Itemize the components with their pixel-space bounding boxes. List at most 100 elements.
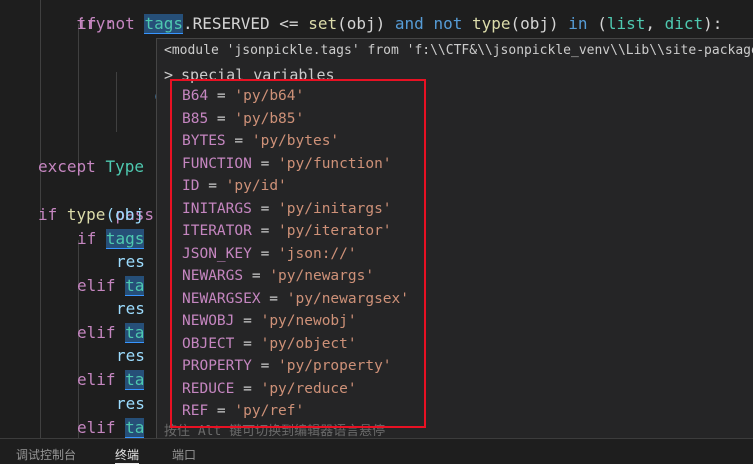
tab-debug-console[interactable]: 调试控制台 bbox=[16, 447, 76, 464]
equals-sign: = bbox=[234, 313, 261, 329]
debug-hover-widget[interactable]: <module 'jsonpickle.tags' from 'f:\\CTF&… bbox=[156, 38, 753, 438]
variable-name: BYTES bbox=[182, 133, 226, 149]
variable-value: 'py/bytes' bbox=[251, 133, 340, 149]
keyword: if not bbox=[77, 14, 145, 33]
variable-value: 'py/function' bbox=[278, 155, 392, 172]
variable-row[interactable]: NEWARGSEX = 'py/newargsex' bbox=[182, 288, 409, 311]
variable-name: ID bbox=[182, 178, 200, 194]
code-line: try: bbox=[38, 0, 116, 33]
code-text: res bbox=[116, 394, 145, 413]
variable-value: 'py/object' bbox=[260, 335, 357, 352]
code-line: elif ta bbox=[77, 274, 145, 298]
tab-ports[interactable]: 端口 bbox=[172, 447, 196, 464]
symbol-tags: tags bbox=[105, 229, 145, 249]
tab-terminal[interactable]: 终端 bbox=[115, 447, 140, 464]
variable-row[interactable]: OBJECT = 'py/object' bbox=[182, 333, 409, 356]
code-text: (obj) bbox=[337, 14, 395, 33]
variable-name: ITERATOR bbox=[182, 223, 252, 239]
hovered-symbol-tags[interactable]: tags bbox=[144, 14, 183, 34]
variable-value: 'py/b64' bbox=[234, 88, 305, 104]
code-text: ): bbox=[703, 14, 723, 33]
variable-row[interactable]: REF = 'py/ref' bbox=[182, 400, 409, 423]
code-line: elif ta bbox=[77, 321, 145, 345]
symbol-tags: ta bbox=[125, 370, 145, 390]
variable-value: 'py/newargsex' bbox=[286, 290, 409, 307]
variable-name: NEWOBJ bbox=[182, 313, 235, 329]
variable-row[interactable]: INITARGS = 'py/initargs' bbox=[182, 198, 409, 221]
hover-header: <module 'jsonpickle.tags' from 'f:\\CTF&… bbox=[164, 43, 753, 58]
code-text: res bbox=[116, 346, 145, 365]
symbol-tags: ta bbox=[125, 323, 145, 343]
code-text: res bbox=[116, 252, 145, 271]
variable-row[interactable]: B85 = 'py/b85' bbox=[182, 108, 409, 131]
class-name: dict bbox=[664, 14, 704, 33]
equals-sign: = bbox=[243, 268, 270, 284]
equals-sign: = bbox=[225, 133, 252, 149]
equals-sign: = bbox=[208, 110, 235, 127]
equals-sign: = bbox=[251, 155, 279, 172]
code-text: res bbox=[116, 299, 145, 318]
function-name: set bbox=[308, 14, 338, 33]
panel-tab-bar: 调试控制台 终端 端口 bbox=[0, 438, 753, 464]
special-variables-label: special variables bbox=[181, 66, 335, 84]
variable-row[interactable]: ID = 'py/id' bbox=[182, 175, 409, 198]
equals-sign: = bbox=[234, 335, 261, 352]
variable-name: REDUCE bbox=[182, 380, 235, 397]
class-name: list bbox=[606, 14, 646, 33]
variable-list: B64 = 'py/b64' B85 = 'py/b85' BYTES = 'py/… bbox=[182, 85, 409, 423]
variable-name: B85 bbox=[182, 110, 209, 127]
variable-name: REF bbox=[182, 403, 209, 419]
equals-sign: = bbox=[208, 88, 235, 104]
variable-name: PROPERTY bbox=[182, 358, 252, 374]
keyword: elif bbox=[77, 276, 126, 295]
variable-row[interactable]: JSON_KEY = 'json://' bbox=[182, 243, 409, 266]
keyword: if bbox=[38, 205, 67, 224]
variable-value: 'py/reduce' bbox=[260, 380, 357, 397]
equals-sign: = bbox=[251, 358, 279, 374]
variable-row[interactable]: BYTES = 'py/bytes' bbox=[182, 130, 409, 153]
function-name: type bbox=[471, 14, 511, 33]
variable-value: 'py/newargs' bbox=[269, 268, 375, 284]
variable-name: JSON_KEY bbox=[182, 245, 252, 262]
code-line: if tags bbox=[77, 227, 145, 251]
variable-value: 'py/b85' bbox=[234, 110, 305, 127]
code-line: elif ta bbox=[77, 416, 145, 438]
keyword: elif bbox=[77, 418, 126, 437]
code-line: except Type bbox=[38, 155, 144, 179]
indent-guide bbox=[78, 24, 79, 164]
variable-row[interactable]: ITERATOR = 'py/iterator' bbox=[182, 220, 409, 243]
code-line: pass bbox=[77, 179, 155, 224]
variable-row[interactable]: NEWOBJ = 'py/newobj' bbox=[182, 310, 409, 333]
equals-sign: = bbox=[251, 200, 279, 217]
code-line: res bbox=[116, 250, 145, 274]
equals-sign: = bbox=[251, 223, 279, 239]
variable-row[interactable]: B64 = 'py/b64' bbox=[182, 85, 409, 108]
keyword: except bbox=[38, 157, 106, 176]
code-text: (obj bbox=[105, 205, 144, 224]
code-editor[interactable]: try: if not tags.RESERVED <= set(obj) an… bbox=[0, 0, 753, 438]
code-line: res bbox=[116, 392, 145, 416]
code-text: (obj) bbox=[510, 14, 569, 33]
equals-sign: = bbox=[208, 403, 235, 419]
code-text: ( bbox=[587, 14, 607, 33]
variable-value: 'py/property' bbox=[278, 358, 392, 374]
variable-name: INITARGS bbox=[182, 200, 252, 217]
variable-name: B64 bbox=[182, 88, 209, 104]
equals-sign: = bbox=[199, 178, 226, 194]
variable-value: 'py/newobj' bbox=[260, 313, 357, 329]
chevron-right-icon[interactable]: > bbox=[164, 66, 173, 84]
symbol-tags: ta bbox=[125, 418, 145, 438]
variable-value: 'py/initargs' bbox=[278, 200, 392, 217]
variable-row[interactable]: NEWARGS = 'py/newargs' bbox=[182, 265, 409, 288]
equals-sign: = bbox=[234, 380, 261, 397]
code-line: res bbox=[116, 344, 145, 368]
equals-sign: = bbox=[260, 290, 287, 307]
hover-footer-hint: 按住 Alt 键可切换到编辑器语言悬停 bbox=[164, 424, 386, 438]
code-text: , bbox=[645, 14, 665, 33]
special-variables-node[interactable]: > special variables bbox=[164, 65, 335, 85]
variable-row[interactable]: FUNCTION = 'py/function' bbox=[182, 153, 409, 176]
variable-row[interactable]: REDUCE = 'py/reduce' bbox=[182, 378, 409, 401]
code-line: res bbox=[116, 297, 145, 321]
variable-name: FUNCTION bbox=[182, 155, 252, 172]
variable-row[interactable]: PROPERTY = 'py/property' bbox=[182, 355, 409, 378]
